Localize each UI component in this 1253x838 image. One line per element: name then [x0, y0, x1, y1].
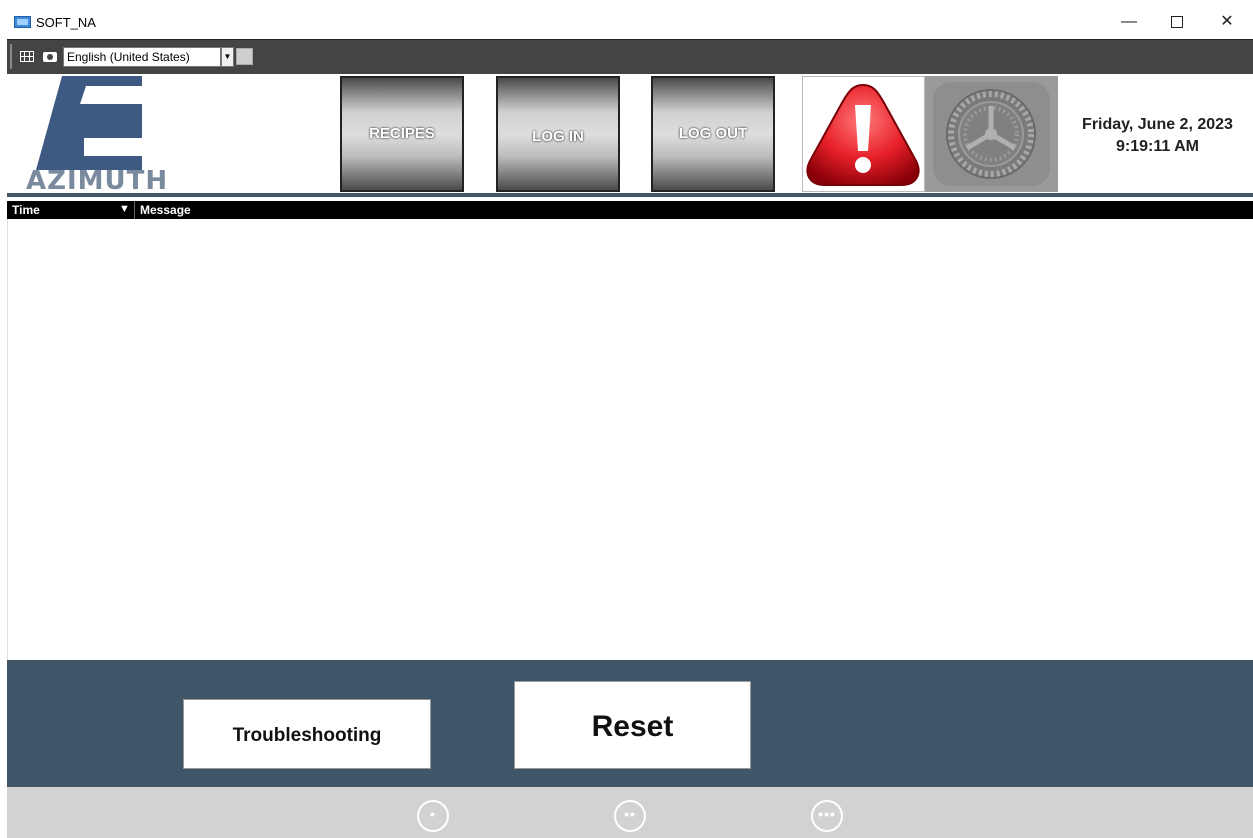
login-button[interactable]: LOG IN	[496, 76, 620, 192]
reset-button[interactable]: Reset	[514, 681, 751, 769]
message-table-body[interactable]	[7, 219, 1253, 660]
settings-button[interactable]	[925, 76, 1058, 192]
toolbar-grip[interactable]	[10, 44, 12, 69]
alarm-button[interactable]	[802, 76, 925, 192]
gear-icon	[933, 82, 1050, 186]
header-divider	[7, 193, 1253, 197]
logout-button[interactable]: LOG OUT	[651, 76, 775, 192]
sort-descending-icon[interactable]: ▼	[119, 203, 130, 215]
toolbar-square-button[interactable]	[236, 48, 253, 65]
page-2-button[interactable]: ••	[614, 800, 646, 832]
column-header-message[interactable]: Message	[140, 203, 191, 217]
window-titlebar: SOFT_NA — ✕	[0, 0, 1253, 38]
chevron-down-icon[interactable]: ▼	[221, 47, 234, 67]
logo-shape	[36, 76, 142, 170]
troubleshooting-button[interactable]: Troubleshooting	[183, 699, 431, 769]
maximize-button[interactable]	[1154, 8, 1200, 36]
date-label: Friday, June 2, 2023	[1082, 116, 1233, 133]
datetime-display: Friday, June 2, 2023 9:19:11 AM	[1062, 114, 1253, 158]
logo-text: AZIMUTH	[26, 166, 169, 196]
runtime-toolbar: English (United States) ▼	[7, 39, 1253, 74]
recipes-button[interactable]: RECIPES	[340, 76, 464, 192]
page-3-button[interactable]: •••	[811, 800, 843, 832]
language-select[interactable]: English (United States)	[63, 47, 221, 67]
window-title: SOFT_NA	[36, 15, 96, 30]
column-divider[interactable]	[134, 201, 135, 219]
minimize-button[interactable]: —	[1106, 8, 1152, 36]
grid-icon[interactable]	[20, 51, 34, 62]
camera-icon[interactable]	[43, 52, 57, 62]
message-table-header: Time ▼ Message	[7, 201, 1253, 219]
alarm-warning-icon	[806, 83, 920, 186]
close-button[interactable]: ✕	[1204, 8, 1250, 36]
app-icon	[14, 16, 31, 28]
page-1-button[interactable]: •	[417, 800, 449, 832]
time-label: 9:19:11 AM	[1116, 138, 1199, 155]
column-header-time[interactable]: Time	[12, 203, 40, 217]
maximize-icon	[1171, 15, 1183, 28]
